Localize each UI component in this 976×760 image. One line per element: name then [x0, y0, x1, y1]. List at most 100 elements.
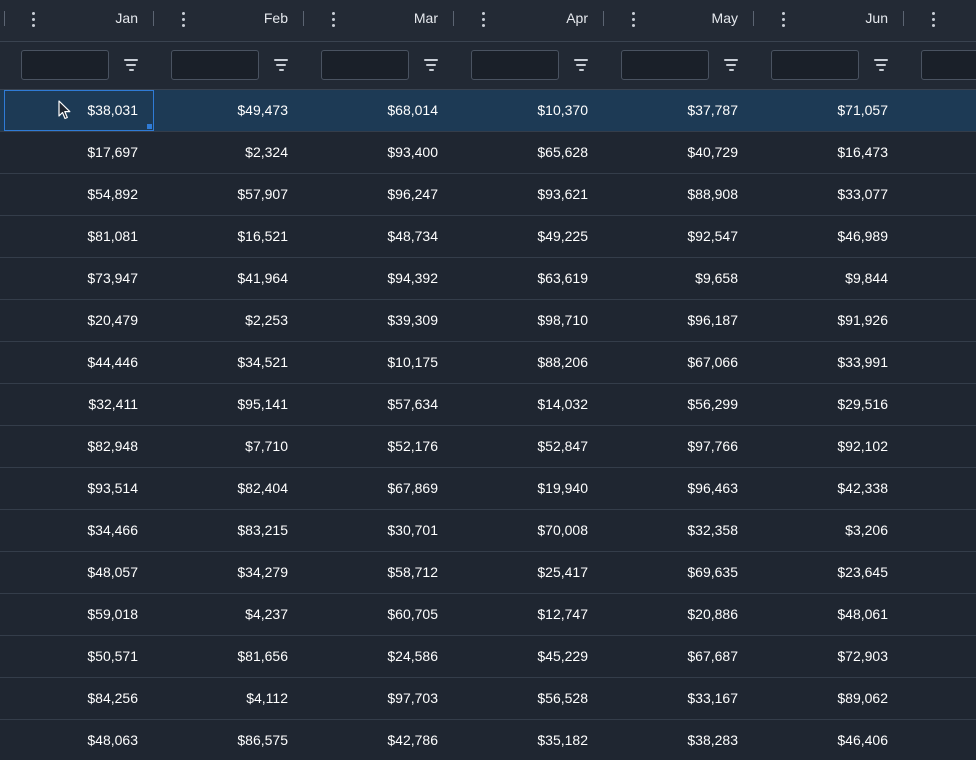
table-cell[interactable]: $96,463 [604, 468, 754, 509]
table-row[interactable]: $73,947 $41,964 $94,392 $63,619 $9,658 $9,844 [0, 258, 976, 300]
filter-input[interactable] [21, 50, 109, 80]
filter-input[interactable] [471, 50, 559, 80]
table-cell[interactable]: $9,658 [604, 258, 754, 299]
table-row[interactable]: $54,892 $57,907 $96,247 $93,621 $88,908 $33,0… [0, 174, 976, 216]
table-cell[interactable]: $48,061 [754, 594, 904, 635]
table-cell[interactable]: $20,886 [604, 594, 754, 635]
table-cell[interactable]: $48,734 [304, 216, 454, 257]
table-cell[interactable]: $57,634 [304, 384, 454, 425]
table-cell[interactable]: $52,847 [454, 426, 604, 467]
table-row[interactable]: $81,081 $16,521 $48,734 $49,225 $92,547 $46,9… [0, 216, 976, 258]
table-cell[interactable]: $93,514 [4, 468, 154, 509]
table-cell[interactable]: $93,400 [304, 132, 454, 173]
table-cell[interactable]: $96,247 [304, 174, 454, 215]
table-cell[interactable]: $83,215 [154, 510, 304, 551]
table-cell[interactable]: $92,102 [754, 426, 904, 467]
table-cell[interactable]: $46,989 [754, 216, 904, 257]
table-cell[interactable]: $89,062 [754, 678, 904, 719]
table-cell[interactable]: $45,229 [454, 636, 604, 677]
table-cell[interactable]: $88,206 [454, 342, 604, 383]
table-cell[interactable]: $88,908 [604, 174, 754, 215]
table-row[interactable]: $59,018 $4,237 $60,705 $12,747 $20,886 $48,06… [0, 594, 976, 636]
table-cell[interactable]: $81,081 [4, 216, 154, 257]
vertical-dots-icon[interactable] [774, 9, 792, 29]
table-cell[interactable]: $16,521 [154, 216, 304, 257]
table-cell[interactable]: $4,237 [154, 594, 304, 635]
column-header-jan[interactable]: Jan [4, 0, 154, 41]
column-header-jun[interactable]: Jun [754, 0, 904, 41]
table-cell[interactable]: $67,869 [304, 468, 454, 509]
column-header-extra[interactable] [904, 0, 976, 41]
table-cell[interactable]: $82,948 [4, 426, 154, 467]
table-row[interactable]: $84,256 $4,112 $97,703 $56,528 $33,167 $89,06… [0, 678, 976, 720]
filter-icon[interactable] [723, 59, 739, 73]
table-cell[interactable]: $67,066 [604, 342, 754, 383]
table-cell[interactable]: $10,370 [454, 90, 604, 131]
table-row[interactable]: $50,571 $81,656 $24,586 $45,229 $67,687 $72,9… [0, 636, 976, 678]
table-row[interactable]: $34,466 $83,215 $30,701 $70,008 $32,358 $3,20… [0, 510, 976, 552]
table-cell[interactable]: $91,926 [754, 300, 904, 341]
table-cell[interactable]: $93,621 [454, 174, 604, 215]
table-row[interactable]: $48,063 $86,575 $42,786 $35,182 $38,283 $46,4… [0, 720, 976, 760]
table-row[interactable]: $44,446 $34,521 $10,175 $88,206 $67,066 $33,9… [0, 342, 976, 384]
table-cell[interactable]: $24,586 [304, 636, 454, 677]
table-cell[interactable]: $25,417 [454, 552, 604, 593]
table-cell[interactable]: $14,032 [454, 384, 604, 425]
table-cell[interactable]: $33,077 [754, 174, 904, 215]
filter-input[interactable] [171, 50, 259, 80]
filter-icon[interactable] [123, 59, 139, 73]
table-cell[interactable]: $86,575 [154, 720, 304, 760]
table-cell[interactable]: $29,516 [754, 384, 904, 425]
table-cell[interactable]: $20,479 [4, 300, 154, 341]
table-cell[interactable]: $92,547 [604, 216, 754, 257]
table-cell[interactable]: $42,338 [754, 468, 904, 509]
table-cell[interactable]: $33,167 [604, 678, 754, 719]
table-cell[interactable]: $68,014 [304, 90, 454, 131]
table-cell[interactable]: $4,112 [154, 678, 304, 719]
table-cell[interactable]: $60,705 [304, 594, 454, 635]
vertical-dots-icon[interactable] [474, 9, 492, 29]
table-cell[interactable]: $56,528 [454, 678, 604, 719]
table-cell[interactable]: $39,309 [304, 300, 454, 341]
table-cell[interactable]: $7,710 [154, 426, 304, 467]
vertical-dots-icon[interactable] [174, 9, 192, 29]
table-cell[interactable]: $65,628 [454, 132, 604, 173]
table-cell[interactable]: $34,279 [154, 552, 304, 593]
filter-input[interactable] [771, 50, 859, 80]
table-cell[interactable]: $57,907 [154, 174, 304, 215]
table-cell[interactable]: $41,964 [154, 258, 304, 299]
table-cell[interactable]: $2,253 [154, 300, 304, 341]
vertical-dots-icon[interactable] [24, 9, 42, 29]
table-cell[interactable]: $70,008 [454, 510, 604, 551]
column-header-mar[interactable]: Mar [304, 0, 454, 41]
table-cell[interactable]: $12,747 [454, 594, 604, 635]
filter-icon[interactable] [873, 59, 889, 73]
table-cell[interactable]: $10,175 [304, 342, 454, 383]
table-cell[interactable]: $58,712 [304, 552, 454, 593]
table-cell[interactable]: $46,406 [754, 720, 904, 760]
table-cell[interactable]: $34,466 [4, 510, 154, 551]
table-cell[interactable]: $2,324 [154, 132, 304, 173]
table-cell[interactable]: $32,358 [604, 510, 754, 551]
table-cell[interactable]: $49,473 [154, 90, 304, 131]
table-row[interactable]: $93,514 $82,404 $67,869 $19,940 $96,463 $42,3… [0, 468, 976, 510]
table-row[interactable]: $48,057 $34,279 $58,712 $25,417 $69,635 $23,6… [0, 552, 976, 594]
table-cell[interactable]: $40,729 [604, 132, 754, 173]
table-cell[interactable]: $97,766 [604, 426, 754, 467]
table-cell[interactable]: $38,283 [604, 720, 754, 760]
column-header-may[interactable]: May [604, 0, 754, 41]
table-cell[interactable]: $23,645 [754, 552, 904, 593]
vertical-dots-icon[interactable] [624, 9, 642, 29]
focused-cell[interactable]: $38,031 [4, 90, 154, 131]
table-cell[interactable]: $59,018 [4, 594, 154, 635]
filter-icon[interactable] [273, 59, 289, 73]
table-cell[interactable]: $94,392 [304, 258, 454, 299]
column-header-feb[interactable]: Feb [154, 0, 304, 41]
table-cell[interactable]: $42,786 [304, 720, 454, 760]
filter-icon[interactable] [573, 59, 589, 73]
table-cell[interactable]: $72,903 [754, 636, 904, 677]
table-row[interactable]: $20,479 $2,253 $39,309 $98,710 $96,187 $91,92… [0, 300, 976, 342]
filter-input[interactable] [921, 50, 976, 80]
vertical-dots-icon[interactable] [324, 9, 342, 29]
table-cell[interactable]: $44,446 [4, 342, 154, 383]
